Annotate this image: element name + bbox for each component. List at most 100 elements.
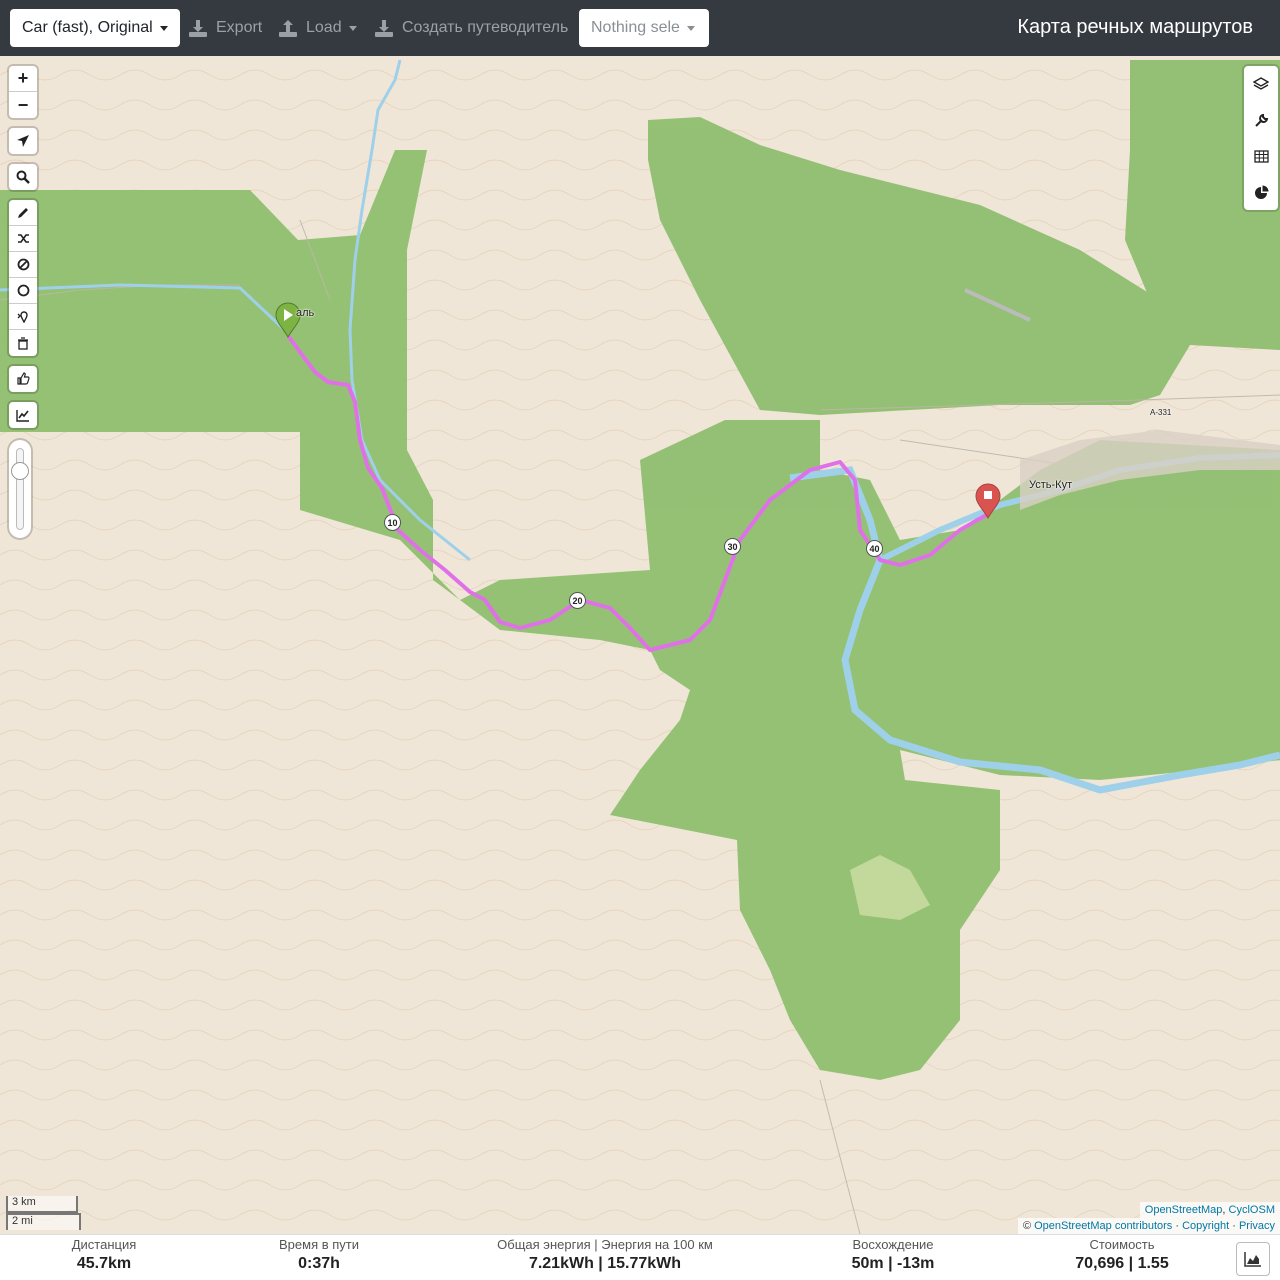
load-button[interactable]: Load	[278, 9, 357, 47]
export-label: Export	[216, 19, 263, 36]
zoom-control: + −	[9, 66, 37, 118]
stat-time-label: Время в пути	[279, 1237, 359, 1252]
stat-energy-per100-value: 15.77	[607, 1255, 648, 1272]
nogo-area-button[interactable]	[9, 252, 37, 278]
draw-icon	[17, 208, 28, 218]
distance-marker-10: 10	[384, 514, 401, 531]
stat-cost-label: Стоимость	[1089, 1237, 1155, 1252]
create-guide-label: Создать путеводитель	[402, 19, 569, 36]
stat-energy-per100-unit: kWh	[647, 1255, 682, 1272]
chart-button[interactable]	[1244, 174, 1278, 210]
selection-dropdown[interactable]: Nothing sele	[579, 9, 709, 47]
road-label: А-331	[1150, 408, 1172, 417]
selection-placeholder: Nothing sele	[591, 19, 680, 36]
stat-ascent-unit: m	[869, 1255, 884, 1272]
profile-select[interactable]: Car (fast), Original	[10, 9, 180, 47]
route-stats-bar: Дистанция 45.7km Время в пути 0:37h Обща…	[0, 1234, 1280, 1280]
shuffle-icon	[17, 234, 29, 243]
stat-energy-unit: kWh	[560, 1255, 594, 1272]
layer-attribution: OpenStreetMap, CyclOSM	[1139, 1202, 1280, 1218]
export-button[interactable]: Export	[188, 9, 262, 47]
poi-button[interactable]	[9, 304, 37, 330]
opacity-slider[interactable]	[9, 440, 31, 538]
upload-icon	[279, 20, 297, 37]
right-toolbar	[1244, 66, 1278, 210]
distance-marker-40: 40	[866, 540, 883, 557]
thumb-button[interactable]	[9, 366, 37, 392]
osm-layer-link[interactable]: OpenStreetMap	[1145, 1204, 1223, 1216]
scale-metric: 3 km	[6, 1196, 78, 1213]
stat-time-value: 0:37	[298, 1255, 331, 1272]
circle-icon	[17, 284, 29, 297]
settings-icon	[1254, 113, 1268, 127]
stat-cost: Стоимость 70,696 | 1.55	[1057, 1237, 1187, 1275]
app-title: Карта речных маршрутов	[1017, 16, 1253, 38]
elevation-icon	[16, 409, 29, 422]
nogo-icon	[17, 258, 29, 271]
map-tiles	[0, 56, 1280, 1234]
thumb-control	[9, 366, 37, 392]
layers-button[interactable]	[1244, 66, 1278, 102]
scale-imperial: 2 mi	[6, 1213, 81, 1230]
cyclosm-layer-link[interactable]: CyclOSM	[1229, 1204, 1275, 1216]
search-control	[9, 164, 37, 190]
circle-tool-button[interactable]	[9, 278, 37, 304]
stat-distance: Дистанция 45.7km	[44, 1237, 164, 1275]
thumb-icon	[17, 372, 30, 385]
top-navbar: Car (fast), Original Export Load Создать…	[0, 0, 1280, 56]
stat-cost-ratio: 1.55	[1137, 1255, 1169, 1272]
stat-energy-value: 7.21	[528, 1255, 561, 1272]
download-icon	[189, 20, 207, 37]
stat-descent-unit: m	[920, 1255, 935, 1272]
osm-contributors-link[interactable]: OpenStreetMap contributors	[1034, 1220, 1172, 1232]
stat-distance-label: Дистанция	[71, 1237, 137, 1252]
reverse-route-button[interactable]	[9, 226, 37, 252]
map-attribution: © OpenStreetMap contributors · Copyright…	[1017, 1218, 1280, 1234]
map-canvas[interactable]: Усть-Кут аль А-331 10 20 30 40 + − 3 km …	[0, 56, 1280, 1234]
draw-toolbar	[9, 200, 37, 356]
copyright-link[interactable]: Copyright	[1182, 1220, 1229, 1232]
stat-energy-label: Общая энергия	[497, 1237, 591, 1252]
place-label-start: аль	[296, 307, 315, 319]
stat-time: Время в пути 0:37h	[259, 1237, 379, 1275]
poi-icon	[17, 311, 28, 323]
locate-control	[9, 128, 37, 154]
stat-cost-value: 70,696	[1075, 1255, 1125, 1272]
slider-thumb[interactable]	[11, 462, 29, 480]
settings-button[interactable]	[1244, 102, 1278, 138]
download-icon	[375, 20, 393, 37]
table-icon	[1253, 149, 1269, 163]
load-label: Load	[306, 19, 342, 36]
table-button[interactable]	[1244, 138, 1278, 174]
locate-button[interactable]	[9, 128, 37, 154]
chevron-down-icon	[348, 25, 357, 31]
distance-marker-30: 30	[724, 538, 741, 555]
stat-energy-per100-label: Энергия на 100 км	[601, 1237, 713, 1252]
search-button[interactable]	[9, 164, 37, 190]
distance-marker-20: 20	[569, 592, 586, 609]
profile-select-label: Car (fast), Original	[22, 19, 153, 36]
layers-icon	[1253, 76, 1269, 90]
draw-route-button[interactable]	[9, 200, 37, 226]
stat-ascent-label: Восхождение	[852, 1237, 934, 1252]
delete-route-button[interactable]	[9, 330, 37, 356]
area-chart-icon	[1244, 1252, 1261, 1267]
create-guide-button[interactable]: Создать путеводитель	[374, 9, 568, 47]
stat-time-unit: h	[330, 1255, 340, 1272]
elevation-button[interactable]	[9, 402, 37, 428]
stat-distance-value: 45.7	[76, 1255, 108, 1272]
chevron-down-icon	[159, 25, 168, 31]
stat-ascent-value: 50	[851, 1255, 870, 1272]
search-icon	[16, 170, 30, 184]
zoom-out-button[interactable]: −	[9, 92, 37, 118]
stat-distance-unit: km	[108, 1255, 132, 1272]
stat-ascent: Восхождение 50m | -13m	[833, 1237, 953, 1275]
privacy-link[interactable]: Privacy	[1239, 1220, 1275, 1232]
locate-icon	[17, 135, 29, 147]
delete-icon	[18, 336, 28, 350]
stat-energy: Общая энергия | Энергия на 100 км 7.21kW…	[497, 1237, 713, 1272]
slider-track	[16, 448, 24, 530]
zoom-in-button[interactable]: +	[9, 66, 37, 92]
elevation-profile-button[interactable]	[1236, 1242, 1270, 1276]
place-label-ust-kut: Усть-Кут	[1029, 479, 1073, 491]
